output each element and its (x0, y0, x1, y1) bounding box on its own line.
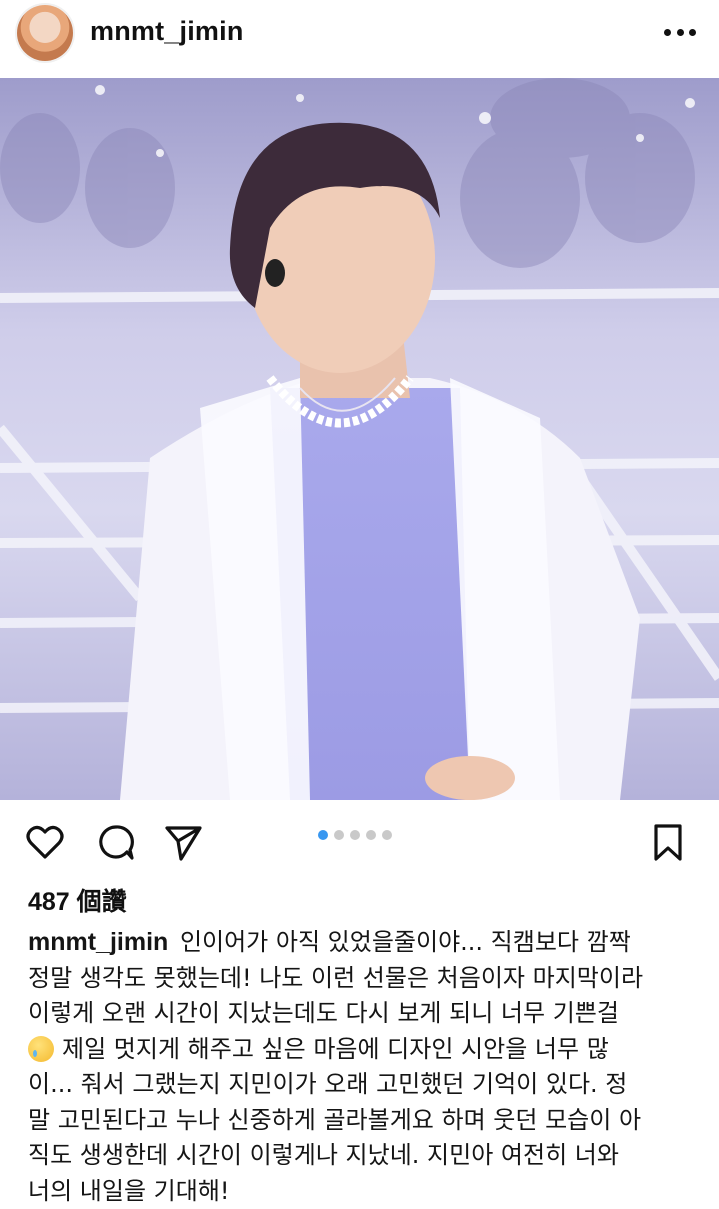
carousel-dot[interactable] (382, 830, 392, 840)
caption-line: 직도 생생한데 시간이 이렇게나 지났네. 지민아 여전히 너와 (28, 1138, 708, 1174)
carousel-dot-active[interactable] (318, 830, 328, 840)
caption-line: 정말 생각도 못했는데! 나도 이런 선물은 처음이자 마지막이라 (28, 961, 708, 997)
caption-line: 제일 멋지게 해주고 싶은 마음에 디자인 시안을 너무 많 (62, 1035, 609, 1063)
carousel-dot[interactable] (350, 830, 360, 840)
carousel-dot[interactable] (366, 830, 376, 840)
caption-line: 말 고민된다고 누나 신중하게 골라볼게요 하며 웃던 모습이 아 (28, 1103, 708, 1139)
caption-username[interactable]: mnmt_jimin (28, 928, 168, 956)
heart-icon[interactable] (25, 822, 65, 862)
post-caption: mnmt_jimin 인이어가 아직 있었을줄이야... 직캠보다 깜짝 정말 … (28, 925, 708, 1209)
post-photo[interactable] (0, 78, 719, 800)
caption-line: 이... 줘서 그랬는지 지민이가 오래 고민했던 기억이 있다. 정 (28, 1067, 708, 1103)
like-count[interactable]: 487 個讚 (28, 882, 127, 918)
post-username[interactable]: mnmt_jimin (90, 16, 244, 47)
caption-line: 너의 내일을 기대해! (28, 1174, 708, 1209)
caption-line: 이렇게 오랜 시간이 지났는데도 다시 보게 되니 너무 기쁜걸 (28, 996, 708, 1032)
comment-icon[interactable] (96, 822, 136, 862)
more-options-icon[interactable] (664, 20, 696, 44)
carousel-indicator (318, 828, 408, 842)
bookmark-icon[interactable] (648, 822, 688, 862)
send-icon[interactable] (163, 822, 203, 862)
sad-tear-emoji-icon (28, 1036, 54, 1062)
caption-line: 인이어가 아직 있었을줄이야... 직캠보다 깜짝 (180, 928, 631, 956)
post-header: mnmt_jimin (0, 0, 719, 78)
carousel-dot[interactable] (334, 830, 344, 840)
avatar[interactable] (17, 5, 73, 61)
